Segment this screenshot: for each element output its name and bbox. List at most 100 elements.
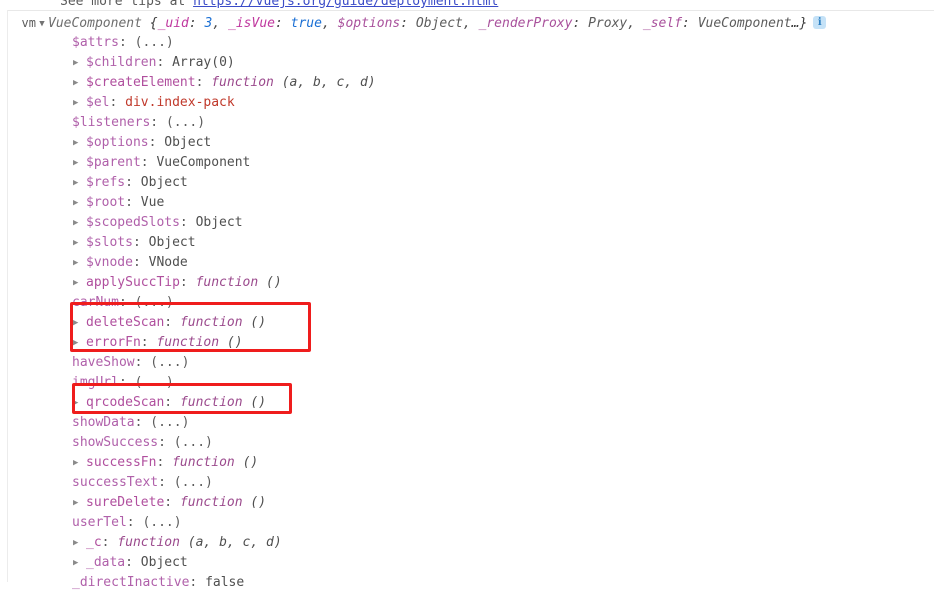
property-value: Object	[164, 135, 212, 150]
expand-triangle-right-icon[interactable]	[73, 253, 83, 273]
property-row[interactable]: _directInactive: false	[0, 573, 934, 593]
expand-triangle-right-icon[interactable]	[73, 133, 83, 153]
property-row[interactable]: haveShow: (...)	[0, 353, 934, 373]
property-colon: :	[164, 495, 180, 510]
object-constructor-name: VueComponent	[48, 16, 142, 31]
property-getter-placeholder[interactable]: (...)	[166, 115, 205, 130]
expand-triangle-right-icon[interactable]	[73, 313, 83, 333]
property-key: applySuccTip	[86, 275, 180, 290]
expand-triangle-right-icon[interactable]	[73, 533, 83, 553]
property-colon: :	[118, 35, 135, 50]
property-colon: :	[118, 375, 135, 390]
property-row[interactable]: _c: function (a, b, c, d)	[0, 533, 934, 553]
expand-triangle-right-icon[interactable]	[73, 93, 83, 113]
property-getter-placeholder[interactable]: (...)	[150, 355, 189, 370]
property-value: Array(0)	[172, 55, 235, 70]
expand-triangle-right-icon[interactable]	[73, 333, 83, 353]
property-row[interactable]: $slots: Object	[0, 233, 934, 253]
expand-triangle-right-icon[interactable]	[73, 233, 83, 253]
preview-value-isVue: true	[290, 16, 322, 31]
property-row[interactable]: $options: Object	[0, 133, 934, 153]
property-key: showData	[72, 415, 135, 430]
expand-triangle-right-icon[interactable]	[73, 153, 83, 173]
property-key: _directInactive	[72, 575, 190, 590]
property-row[interactable]: $children: Array(0)	[0, 53, 934, 73]
property-row[interactable]: $root: Vue	[0, 193, 934, 213]
preview-value-options: Object	[415, 16, 463, 31]
property-key: qrcodeScan	[86, 395, 165, 410]
property-colon: :	[134, 415, 151, 430]
info-icon[interactable]: i	[813, 16, 827, 29]
property-function-keyword: function	[156, 335, 220, 350]
property-value: Object	[148, 235, 196, 250]
expand-triangle-right-icon[interactable]	[73, 173, 83, 193]
preview-separator: :	[400, 16, 416, 31]
property-colon: :	[125, 175, 141, 190]
property-getter-placeholder[interactable]: (...)	[150, 415, 189, 430]
expand-triangle-right-icon[interactable]	[73, 213, 83, 233]
property-key: userTel	[72, 515, 127, 530]
property-function-args: (a, b, c, d)	[187, 535, 282, 550]
property-colon: :	[118, 295, 135, 310]
expand-triangle-right-icon[interactable]	[73, 453, 83, 473]
property-key: $listeners	[72, 115, 151, 130]
preview-separator: :	[572, 16, 589, 31]
property-value: div.index-pack	[125, 95, 235, 110]
property-value: VueComponent	[156, 155, 251, 170]
expand-triangle-right-icon[interactable]	[73, 193, 83, 213]
property-row[interactable]: $refs: Object	[0, 173, 934, 193]
property-row[interactable]: $scopedSlots: Object	[0, 213, 934, 233]
expand-triangle-right-icon[interactable]	[73, 553, 83, 573]
property-getter-placeholder[interactable]: (...)	[174, 435, 213, 450]
property-row[interactable]: $vnode: VNode	[0, 253, 934, 273]
property-row[interactable]: sureDelete: function ()	[0, 493, 934, 513]
preview-comma: ,	[462, 16, 479, 31]
property-colon: :	[164, 395, 180, 410]
expand-triangle-right-icon[interactable]	[73, 53, 83, 73]
property-value: Object	[195, 215, 243, 230]
property-row[interactable]: errorFn: function ()	[0, 333, 934, 353]
property-colon: :	[132, 255, 149, 270]
property-row[interactable]: successText: (...)	[0, 473, 934, 493]
property-row[interactable]: qrcodeScan: function ()	[0, 393, 934, 413]
property-value: false	[205, 575, 245, 590]
property-getter-placeholder[interactable]: (...)	[135, 295, 174, 310]
property-getter-placeholder[interactable]: (...)	[135, 375, 174, 390]
property-row[interactable]: $attrs: (...)	[0, 33, 934, 53]
property-row[interactable]: userTel: (...)	[0, 513, 934, 533]
property-colon: :	[164, 315, 180, 330]
property-row[interactable]: _data: Object	[0, 553, 934, 573]
property-row[interactable]: showSuccess: (...)	[0, 433, 934, 453]
console-root-row[interactable]: vm ▼ VueComponent {_uid: 3, _isVue: true, …	[0, 13, 827, 34]
expand-triangle-right-icon[interactable]	[73, 393, 83, 413]
property-colon: :	[140, 335, 157, 350]
property-row[interactable]: $createElement: function (a, b, c, d)	[0, 73, 934, 93]
preview-key-renderProxy: _renderProxy	[478, 16, 573, 31]
property-row[interactable]: carNum: (...)	[0, 293, 934, 313]
property-colon: :	[109, 95, 126, 110]
property-row[interactable]: showData: (...)	[0, 413, 934, 433]
deployment-docs-link[interactable]: https://vuejs.org/guide/deployment.html	[193, 0, 498, 9]
property-colon: :	[179, 275, 196, 290]
expand-triangle-right-icon[interactable]	[73, 273, 83, 293]
property-key: $root	[86, 195, 126, 210]
preview-key-isVue: _isVue	[228, 16, 275, 31]
property-function-keyword: function	[179, 495, 243, 510]
expand-triangle-down-icon[interactable]: ▼	[36, 14, 48, 34]
property-getter-placeholder[interactable]: (...)	[135, 35, 174, 50]
preview-comma: ,	[321, 16, 338, 31]
property-row[interactable]: $el: div.index-pack	[0, 93, 934, 113]
property-colon: :	[132, 235, 149, 250]
property-getter-placeholder[interactable]: (...)	[142, 515, 181, 530]
expand-triangle-right-icon[interactable]	[73, 493, 83, 513]
expand-triangle-right-icon[interactable]	[73, 73, 83, 93]
property-row[interactable]: deleteScan: function ()	[0, 313, 934, 333]
property-row[interactable]: imgUrl: (...)	[0, 373, 934, 393]
property-value: Object	[140, 175, 188, 190]
property-row[interactable]: $listeners: (...)	[0, 113, 934, 133]
property-row[interactable]: $parent: VueComponent	[0, 153, 934, 173]
preview-value-renderProxy: Proxy	[588, 16, 628, 31]
property-row[interactable]: successFn: function ()	[0, 453, 934, 473]
property-getter-placeholder[interactable]: (...)	[174, 475, 213, 490]
property-row[interactable]: applySuccTip: function ()	[0, 273, 934, 293]
